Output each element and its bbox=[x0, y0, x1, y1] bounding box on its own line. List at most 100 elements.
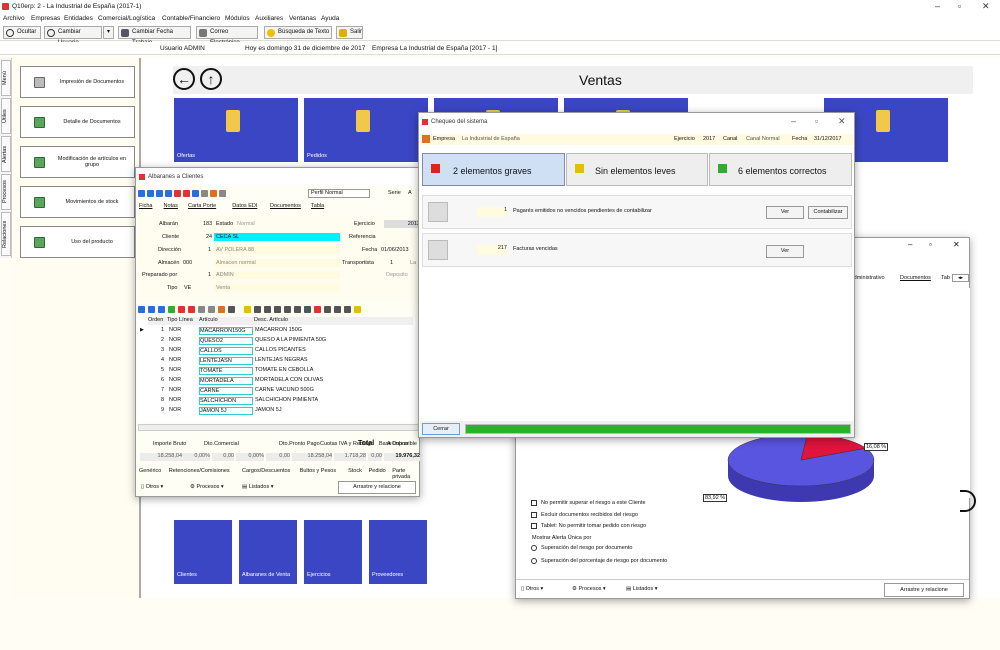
minimize-icon[interactable]: – bbox=[908, 240, 912, 249]
record-tool-icon[interactable] bbox=[165, 190, 172, 197]
group-edit-button[interactable]: Modificación de artículos en grupo bbox=[20, 146, 135, 178]
radio-button[interactable] bbox=[531, 558, 537, 564]
form-tab[interactable]: Notas bbox=[164, 203, 178, 209]
table-row[interactable]: 3 NOR CALLOS CALLOS PICANTES bbox=[148, 347, 413, 355]
close-icon[interactable]: ✕ bbox=[982, 1, 990, 12]
record-tool-icon[interactable] bbox=[219, 190, 226, 197]
bottom-tab[interactable]: Cargos/Descuentos bbox=[242, 468, 290, 474]
line-tool-icon[interactable] bbox=[334, 306, 341, 313]
change-date-button[interactable]: Cambiar Fecha Trabajo bbox=[118, 26, 191, 46]
form-tab[interactable]: Documentos bbox=[270, 203, 301, 209]
form-tab[interactable]: Ficha bbox=[139, 203, 152, 209]
email-button[interactable]: Correo Electrónico bbox=[196, 26, 258, 46]
line-tool-icon[interactable] bbox=[284, 306, 291, 313]
form-tab[interactable]: Tabla bbox=[311, 203, 324, 209]
tile-albaranes[interactable]: Albaranes de Venta bbox=[239, 520, 297, 584]
radio-button[interactable] bbox=[531, 545, 537, 551]
tile-ejercicios[interactable]: Ejercicios bbox=[304, 520, 362, 584]
minimize-icon[interactable]: – bbox=[791, 116, 796, 126]
line-tool-icon[interactable] bbox=[294, 306, 301, 313]
tab-relaciones[interactable]: Relaciones bbox=[1, 212, 11, 256]
menu-auxiliares[interactable]: Auxiliares bbox=[255, 15, 283, 22]
hscroll[interactable] bbox=[138, 424, 420, 431]
tile-proveedores[interactable]: Proveedores bbox=[369, 520, 427, 584]
menu-ayuda[interactable]: Ayuda bbox=[321, 15, 339, 22]
line-tool-icon[interactable] bbox=[254, 306, 261, 313]
close-icon[interactable]: ✕ bbox=[838, 116, 846, 127]
record-tool-icon[interactable] bbox=[156, 190, 163, 197]
ver-button[interactable]: Ver bbox=[766, 206, 804, 219]
tab-administrativo[interactable]: Administrativo bbox=[850, 275, 885, 281]
risk-option-3[interactable]: Tablet: No permitir tomar pedido con rie… bbox=[541, 523, 646, 529]
menu-contable[interactable]: Contable/Financiero bbox=[162, 15, 220, 22]
line-tool-icon[interactable] bbox=[188, 306, 195, 313]
procesos-button[interactable]: ⚙ Procesos ▾ bbox=[190, 484, 224, 490]
direccion-field[interactable]: AV POLERA 88 bbox=[214, 246, 340, 254]
line-tool-icon[interactable] bbox=[198, 306, 205, 313]
record-tool-icon[interactable] bbox=[192, 190, 199, 197]
line-tool-icon[interactable] bbox=[228, 306, 235, 313]
risk-option-1[interactable]: No permitir superar el riesgo a este Cli… bbox=[541, 500, 646, 506]
tab-more[interactable]: Tab bbox=[941, 275, 950, 281]
table-row[interactable]: 4 NOR LENTEJASN LENTEJAS NEGRAS bbox=[148, 357, 413, 365]
tab-alertas[interactable]: Alertas bbox=[1, 136, 11, 172]
drag-relate-button[interactable]: Arrastre y relacione bbox=[338, 481, 416, 494]
bottom-tab[interactable]: Retenciones/Comisiones bbox=[169, 468, 230, 474]
tile-pedidos[interactable]: Pedidos bbox=[304, 98, 428, 162]
alert-option-2[interactable]: Superación del porcentaje de riesgo por … bbox=[541, 558, 667, 564]
deposito-checkbox[interactable]: Deposito bbox=[386, 272, 408, 278]
line-tool-icon[interactable] bbox=[158, 306, 165, 313]
line-tool-icon[interactable] bbox=[138, 306, 145, 313]
close-button[interactable]: Cerrar bbox=[422, 423, 460, 435]
tile-clientes[interactable]: Clientes bbox=[174, 520, 232, 584]
hide-button[interactable]: Ocultar bbox=[3, 26, 41, 39]
line-tool-icon[interactable] bbox=[344, 306, 351, 313]
tipo-field[interactable]: Venta bbox=[214, 284, 340, 292]
table-row[interactable]: 1 NOR MACARRON150G MACARRON 150G bbox=[148, 327, 413, 335]
record-tool-icon[interactable] bbox=[174, 190, 181, 197]
line-tool-icon[interactable] bbox=[304, 306, 311, 313]
fecha-value[interactable]: 01/06/2013 bbox=[381, 247, 409, 253]
tab-graves[interactable]: 2 elementos graves bbox=[422, 153, 565, 186]
exit-button[interactable]: Salir bbox=[336, 26, 363, 39]
maximize-icon[interactable]: ▫ bbox=[815, 116, 818, 126]
record-tool-icon[interactable] bbox=[183, 190, 190, 197]
tab-utiles[interactable]: Útiles bbox=[1, 98, 11, 134]
line-tool-icon[interactable] bbox=[314, 306, 321, 313]
table-row[interactable]: 5 NOR TOMATE TOMATE EN CEBOLLA bbox=[148, 367, 413, 375]
menu-entidades[interactable]: Entidades bbox=[64, 15, 93, 22]
listados-button[interactable]: ▤ Listados ▾ bbox=[626, 586, 658, 592]
bottom-tab[interactable]: Genérico bbox=[139, 468, 161, 474]
menu-modulos[interactable]: Módulos bbox=[225, 15, 250, 22]
procesos-button[interactable]: ⚙ Procesos ▾ bbox=[572, 586, 606, 592]
table-row[interactable]: 2 NOR QUESO2 QUESO A LA PIMIENTA 50G bbox=[148, 337, 413, 345]
line-tool-icon[interactable] bbox=[244, 306, 251, 313]
close-icon[interactable]: ✕ bbox=[953, 240, 960, 249]
line-tool-icon[interactable] bbox=[324, 306, 331, 313]
line-tool-icon[interactable] bbox=[178, 306, 185, 313]
profile-select[interactable]: Perfil Normal bbox=[308, 189, 370, 198]
preparado-field[interactable]: ADMIN bbox=[214, 271, 340, 279]
record-tool-icon[interactable] bbox=[201, 190, 208, 197]
print-documents-button[interactable]: Impresión de Documentos bbox=[20, 66, 135, 98]
line-tool-icon[interactable] bbox=[208, 306, 215, 313]
product-usage-button[interactable]: Uso del producto bbox=[20, 226, 135, 258]
line-tool-icon[interactable] bbox=[218, 306, 225, 313]
cliente-field[interactable]: CECA SL bbox=[214, 233, 340, 241]
document-detail-button[interactable]: Detalle de Documentos bbox=[20, 106, 135, 138]
menu-archivo[interactable]: Archivo bbox=[3, 15, 25, 22]
tab-leves[interactable]: Sin elementos leves bbox=[566, 153, 708, 186]
checkbox[interactable] bbox=[531, 500, 537, 506]
text-search-button[interactable]: Búsqueda de Texto bbox=[264, 26, 332, 39]
record-tool-icon[interactable] bbox=[210, 190, 217, 197]
up-arrow-icon[interactable]: ↑ bbox=[200, 68, 222, 90]
line-tool-icon[interactable] bbox=[274, 306, 281, 313]
tab-documentos[interactable]: Documentos bbox=[900, 275, 931, 281]
user-dropdown-button[interactable]: ▾ bbox=[103, 26, 114, 39]
listados-button[interactable]: ▤ Listados ▾ bbox=[242, 484, 274, 490]
tab-correctos[interactable]: 6 elementos correctos bbox=[709, 153, 852, 186]
tab-scroll-arrows[interactable]: ◂▸ bbox=[952, 274, 969, 282]
table-row[interactable]: 9 NOR JAMON 5J JAMON 5J bbox=[148, 407, 413, 415]
checkbox[interactable] bbox=[531, 512, 537, 518]
line-tool-icon[interactable] bbox=[264, 306, 271, 313]
